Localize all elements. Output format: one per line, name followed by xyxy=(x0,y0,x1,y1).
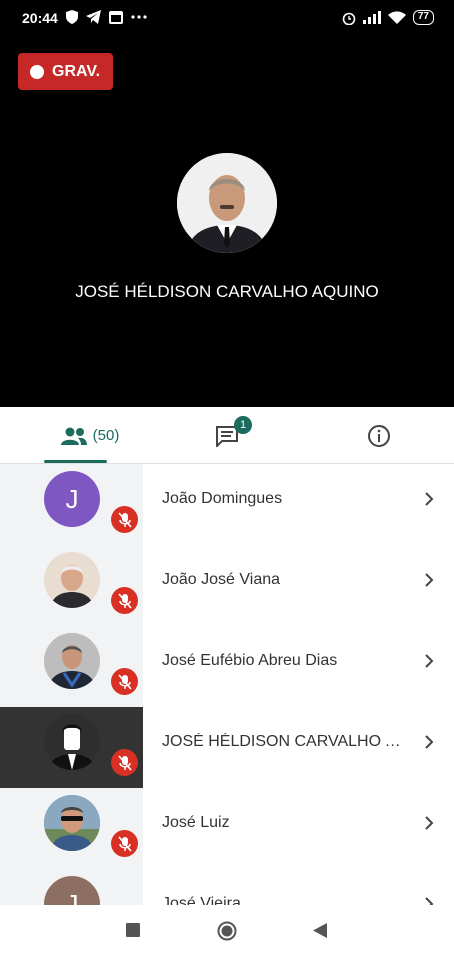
tab-chat[interactable]: 1 xyxy=(202,407,252,464)
speaker-avatar xyxy=(177,153,277,253)
avatar-cell xyxy=(0,545,143,626)
home-icon[interactable] xyxy=(217,921,237,941)
participant-name: JOSÉ HÉLDISON CARVALHO A... xyxy=(162,733,402,750)
avatar: J xyxy=(44,876,100,905)
participant-row[interactable]: João José Viana xyxy=(0,545,454,626)
avatar-initial: J xyxy=(65,483,79,514)
participant-name: José Vieira xyxy=(162,895,241,905)
notification-icons xyxy=(66,10,147,24)
speaker-name: JOSÉ HÉLDISON CARVALHO AQUINO xyxy=(75,282,379,301)
chevron-right-icon xyxy=(425,654,434,668)
more-icon xyxy=(131,15,147,19)
avatar-cell xyxy=(0,788,143,869)
participant-name: João Domingues xyxy=(162,490,283,507)
avatar xyxy=(44,795,100,851)
avatar-cell: J xyxy=(0,869,143,905)
participant-name: José Eufébio Abreu Dias xyxy=(162,652,338,669)
chevron-right-icon xyxy=(425,897,434,905)
active-speaker-view: GRAV. JOSÉ HÉLDISON CARVALHO AQUINO xyxy=(0,36,454,407)
tab-indicator xyxy=(44,460,107,463)
calendar-icon xyxy=(109,11,123,24)
recording-badge: GRAV. xyxy=(18,53,113,90)
alarm-icon xyxy=(342,12,356,25)
participants-count: (50) xyxy=(92,427,120,444)
people-icon xyxy=(60,427,87,445)
tab-participants[interactable]: (50) xyxy=(30,407,150,464)
battery-indicator: 77 xyxy=(412,10,434,25)
meeting-tabs: (50) 1 xyxy=(0,407,454,464)
chevron-right-icon xyxy=(425,735,434,749)
record-dot-icon xyxy=(30,64,44,79)
participant-row-active-speaker[interactable]: JOSÉ HÉLDISON CARVALHO A... xyxy=(0,707,454,788)
participant-row[interactable]: José Eufébio Abreu Dias xyxy=(0,626,454,707)
participants-list: J João Domingues João José Viana José Eu… xyxy=(0,464,454,905)
avatar xyxy=(44,714,100,770)
chat-unread-badge: 1 xyxy=(234,416,252,434)
participant-row[interactable]: J José Vieira xyxy=(0,869,454,905)
telegram-icon xyxy=(86,10,101,24)
recording-label: GRAV. xyxy=(52,62,101,80)
avatar xyxy=(44,552,100,608)
avatar-cell: J xyxy=(0,464,143,545)
participant-name: José Luiz xyxy=(162,814,230,831)
shield-icon xyxy=(66,10,78,24)
mic-off-icon xyxy=(111,830,138,857)
signal-icon xyxy=(362,11,381,24)
avatar xyxy=(44,633,100,689)
chevron-right-icon xyxy=(425,492,434,506)
participant-row[interactable]: J João Domingues xyxy=(0,464,454,545)
chevron-right-icon xyxy=(425,573,434,587)
participant-row[interactable]: José Luiz xyxy=(0,788,454,869)
system-nav-bar xyxy=(0,905,454,960)
mic-off-icon xyxy=(111,587,138,614)
mic-off-icon xyxy=(111,668,138,695)
participant-name: João José Viana xyxy=(162,571,281,588)
avatar: J xyxy=(44,471,100,527)
mic-off-icon xyxy=(111,749,138,776)
mic-off-icon xyxy=(111,506,138,533)
status-time: 20:44 xyxy=(22,10,58,26)
system-icons: 77 xyxy=(342,10,434,25)
avatar-cell xyxy=(0,707,143,788)
chevron-right-icon xyxy=(425,816,434,830)
tab-info[interactable] xyxy=(354,407,404,464)
avatar-cell xyxy=(0,626,143,707)
status-bar: 20:44 77 xyxy=(0,0,454,36)
info-icon xyxy=(368,424,390,447)
wifi-icon xyxy=(387,11,406,24)
avatar-initial: J xyxy=(65,888,79,906)
back-icon[interactable] xyxy=(313,923,327,938)
recents-icon[interactable] xyxy=(126,923,140,937)
